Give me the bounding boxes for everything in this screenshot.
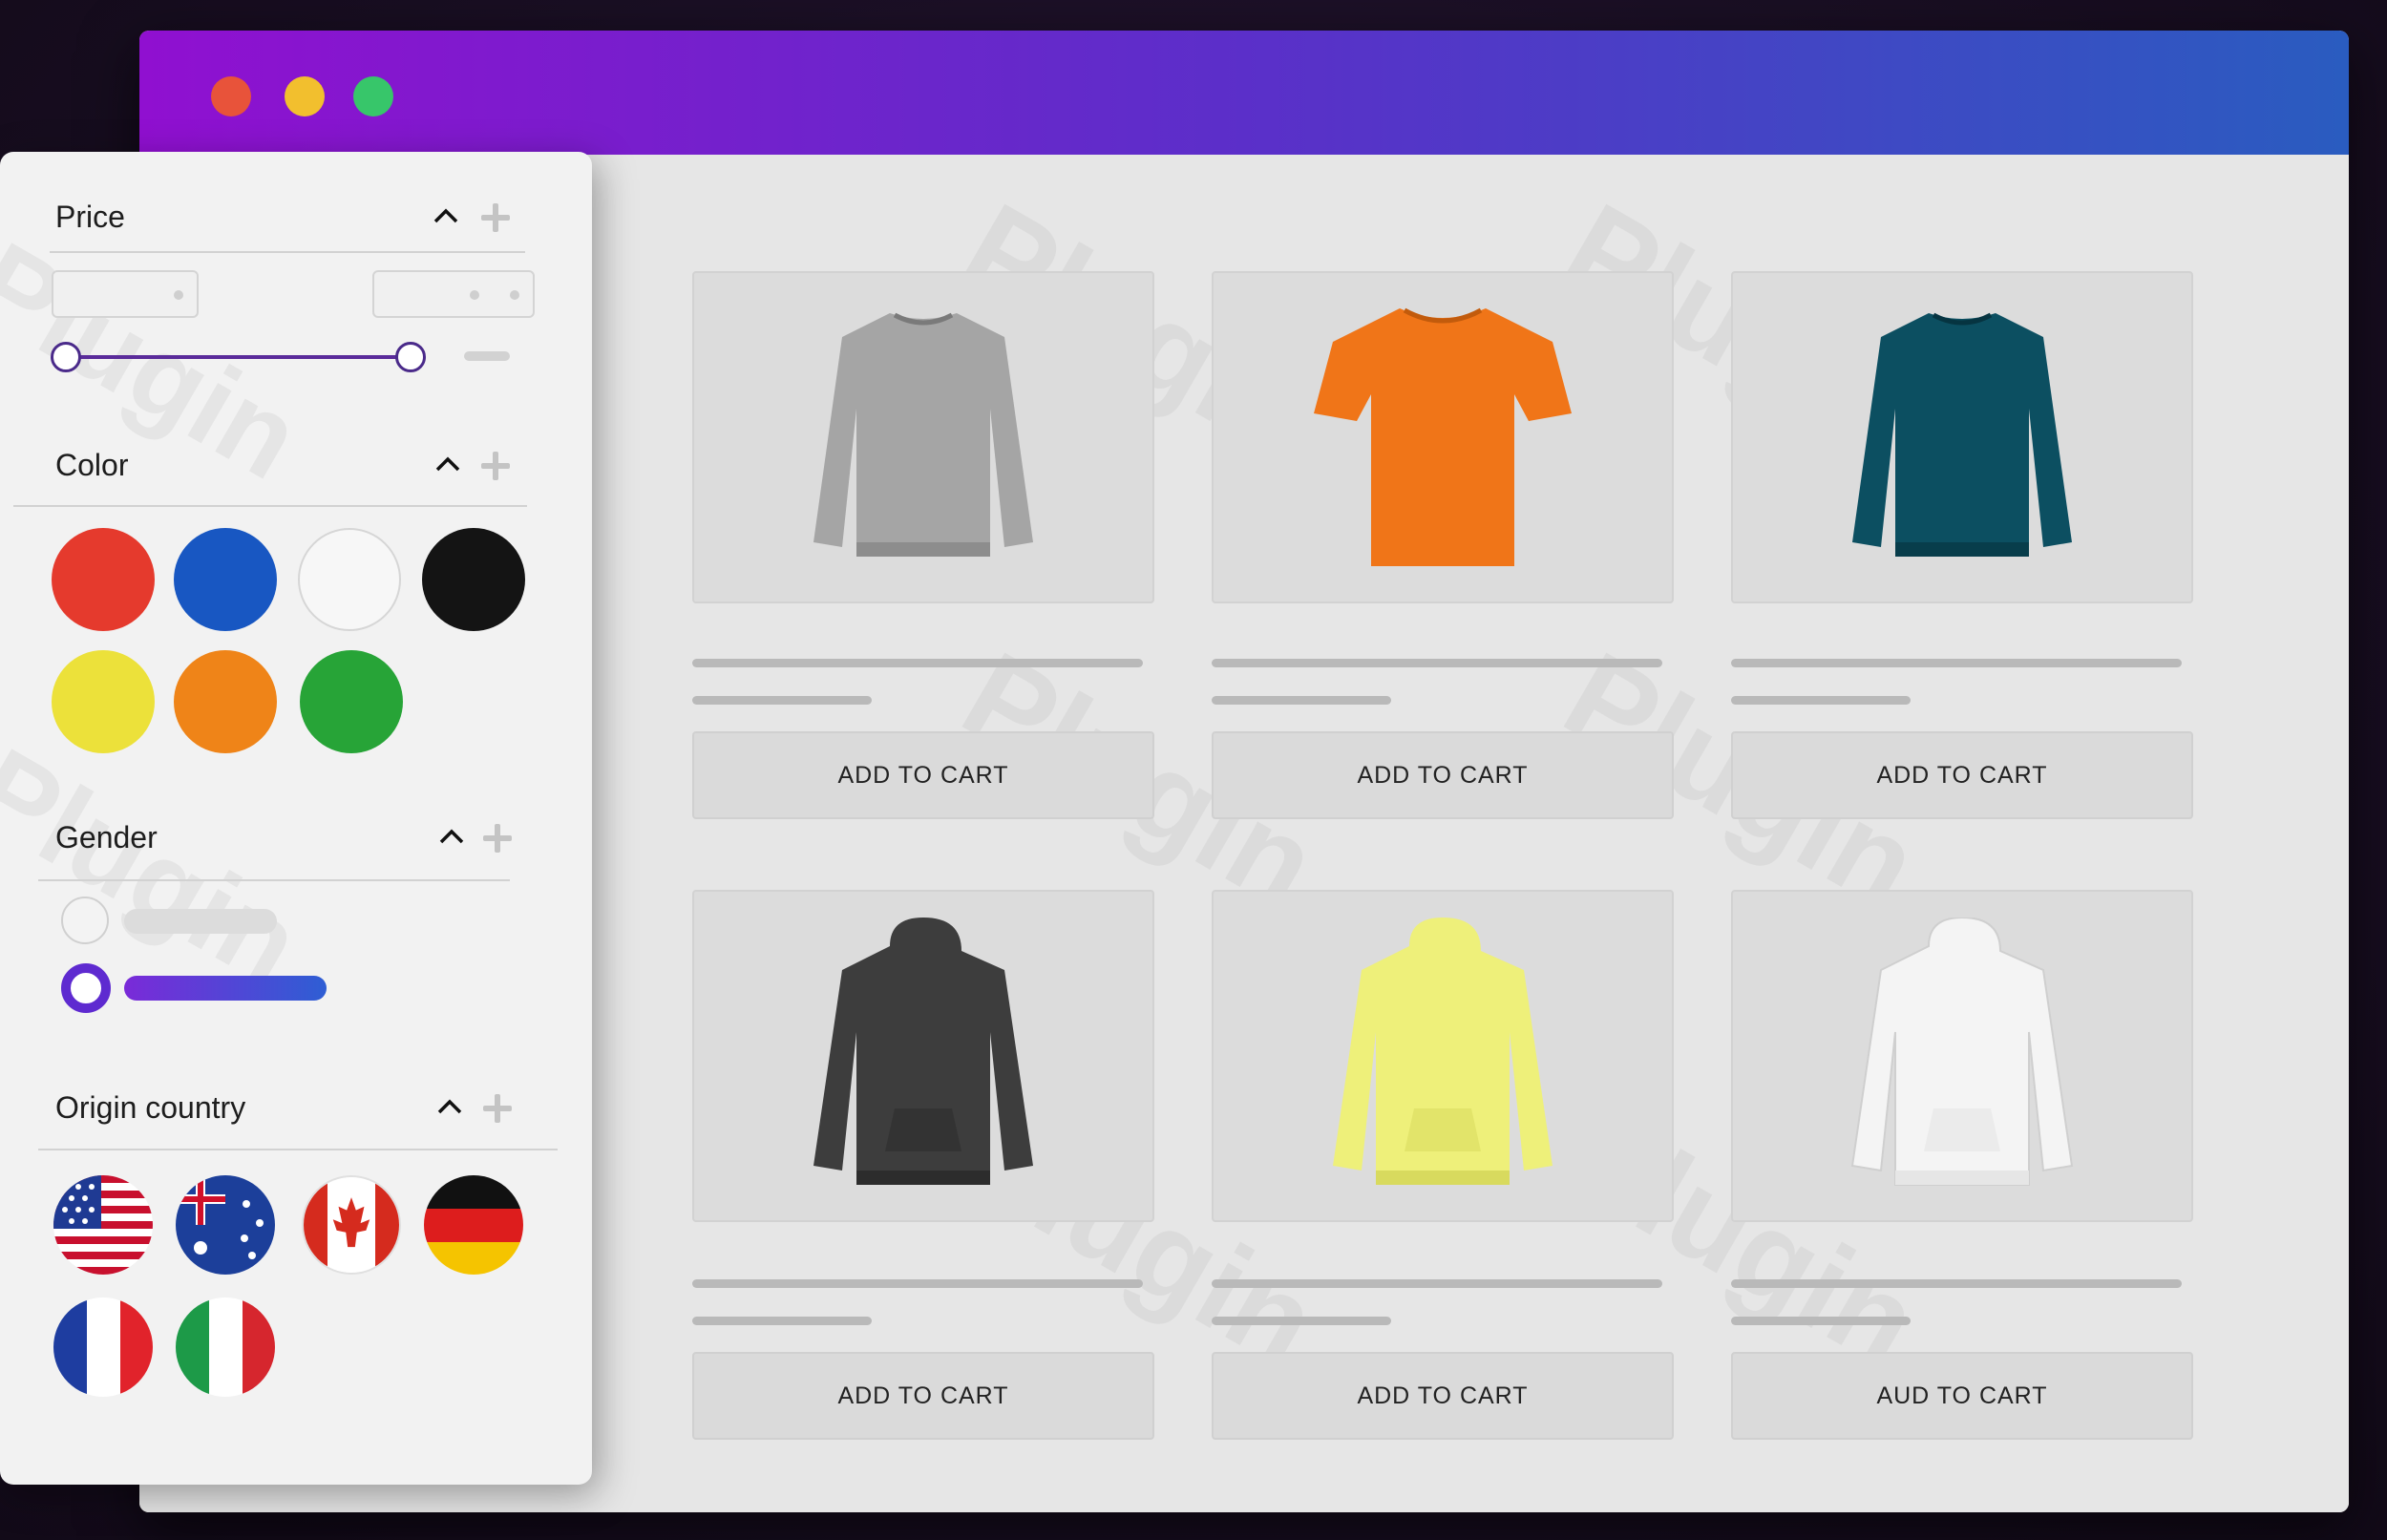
flag-usa-icon[interactable] — [53, 1175, 153, 1275]
color-swatch-white[interactable] — [298, 528, 401, 631]
price-slider-track[interactable] — [65, 355, 411, 359]
gender-radio-option-selected[interactable] — [61, 963, 111, 1013]
gender-radio-option[interactable] — [61, 897, 109, 944]
gender-filter-title: Gender — [55, 820, 158, 854]
divider — [38, 879, 510, 881]
watermark: Plugin — [0, 218, 321, 504]
product-price-placeholder — [1731, 1317, 1911, 1325]
divider — [13, 505, 527, 507]
minimize-button[interactable] — [285, 76, 325, 116]
color-filter-title: Color — [55, 448, 129, 482]
price-slider-min-handle[interactable] — [51, 342, 81, 372]
min-price-input[interactable] — [52, 270, 199, 318]
product-price-placeholder — [1212, 696, 1391, 705]
add-to-cart-button[interactable]: AUD TO CART — [1731, 1352, 2193, 1440]
add-to-cart-button[interactable]: ADD TO CART — [1212, 731, 1674, 819]
origin-filter-title: Origin country — [55, 1090, 246, 1125]
title-bar — [139, 31, 2349, 155]
color-swatch-black[interactable] — [422, 528, 525, 631]
product-price-placeholder — [692, 696, 872, 705]
product-title-placeholder — [1731, 1279, 2182, 1288]
flag-italy-icon[interactable] — [176, 1297, 275, 1397]
flag-france-icon[interactable] — [53, 1297, 153, 1397]
grey-sweatshirt-icon — [813, 312, 1033, 557]
add-to-cart-button[interactable]: ADD TO CART — [692, 731, 1154, 819]
yellow-hoodie-icon — [1333, 918, 1553, 1185]
product-image[interactable] — [692, 271, 1154, 603]
price-filter-title: Price — [55, 200, 125, 234]
product-price-placeholder — [1731, 696, 1911, 705]
price-placeholder — [464, 351, 510, 361]
divider — [38, 1149, 558, 1150]
gender-option-label-placeholder — [124, 909, 277, 934]
filter-sidebar: Plugin Plugin Price Color Gender Origin … — [0, 152, 592, 1485]
plus-icon[interactable] — [481, 1092, 514, 1125]
watermark: Plugin — [0, 724, 321, 1010]
plus-icon[interactable] — [481, 822, 514, 854]
white-hoodie-icon — [1850, 918, 2074, 1186]
maximize-button[interactable] — [353, 76, 393, 116]
color-swatch-orange[interactable] — [174, 650, 277, 753]
product-price-placeholder — [692, 1317, 872, 1325]
teal-sweatshirt-icon — [1852, 312, 2072, 557]
product-title-placeholder — [1212, 1279, 1662, 1288]
product-image[interactable] — [1212, 271, 1674, 603]
price-slider-max-handle[interactable] — [395, 342, 426, 372]
chevron-up-icon[interactable] — [432, 201, 460, 230]
chevron-up-icon[interactable] — [433, 450, 462, 478]
max-price-input[interactable] — [372, 270, 535, 318]
product-title-placeholder — [692, 659, 1143, 667]
chevron-up-icon[interactable] — [435, 1092, 464, 1121]
product-image[interactable] — [1212, 890, 1674, 1222]
plus-icon[interactable] — [479, 450, 512, 482]
color-swatch-blue[interactable] — [174, 528, 277, 631]
divider — [50, 251, 525, 253]
product-title-placeholder — [1212, 659, 1662, 667]
add-to-cart-button[interactable]: ADD TO CART — [692, 1352, 1154, 1440]
product-title-placeholder — [1731, 659, 2182, 667]
gender-option-label-selected — [124, 976, 327, 1001]
add-to-cart-button[interactable]: ADD TO CART — [1731, 731, 2193, 819]
color-swatch-green[interactable] — [300, 650, 403, 753]
add-to-cart-button[interactable]: ADD TO CART — [1212, 1352, 1674, 1440]
orange-tshirt-icon — [1314, 307, 1572, 566]
charcoal-hoodie-icon — [813, 918, 1033, 1185]
product-image[interactable] — [692, 890, 1154, 1222]
product-title-placeholder — [692, 1279, 1143, 1288]
flag-germany-icon[interactable] — [424, 1175, 523, 1275]
product-price-placeholder — [1212, 1317, 1391, 1325]
plus-icon[interactable] — [479, 201, 512, 234]
product-image[interactable] — [1731, 890, 2193, 1222]
flag-australia-icon[interactable] — [176, 1175, 275, 1275]
color-swatch-red[interactable] — [52, 528, 155, 631]
product-image[interactable] — [1731, 271, 2193, 603]
close-button[interactable] — [211, 76, 251, 116]
chevron-up-icon[interactable] — [437, 822, 466, 851]
color-swatch-yellow[interactable] — [52, 650, 155, 753]
flag-canada-icon[interactable] — [302, 1175, 401, 1275]
